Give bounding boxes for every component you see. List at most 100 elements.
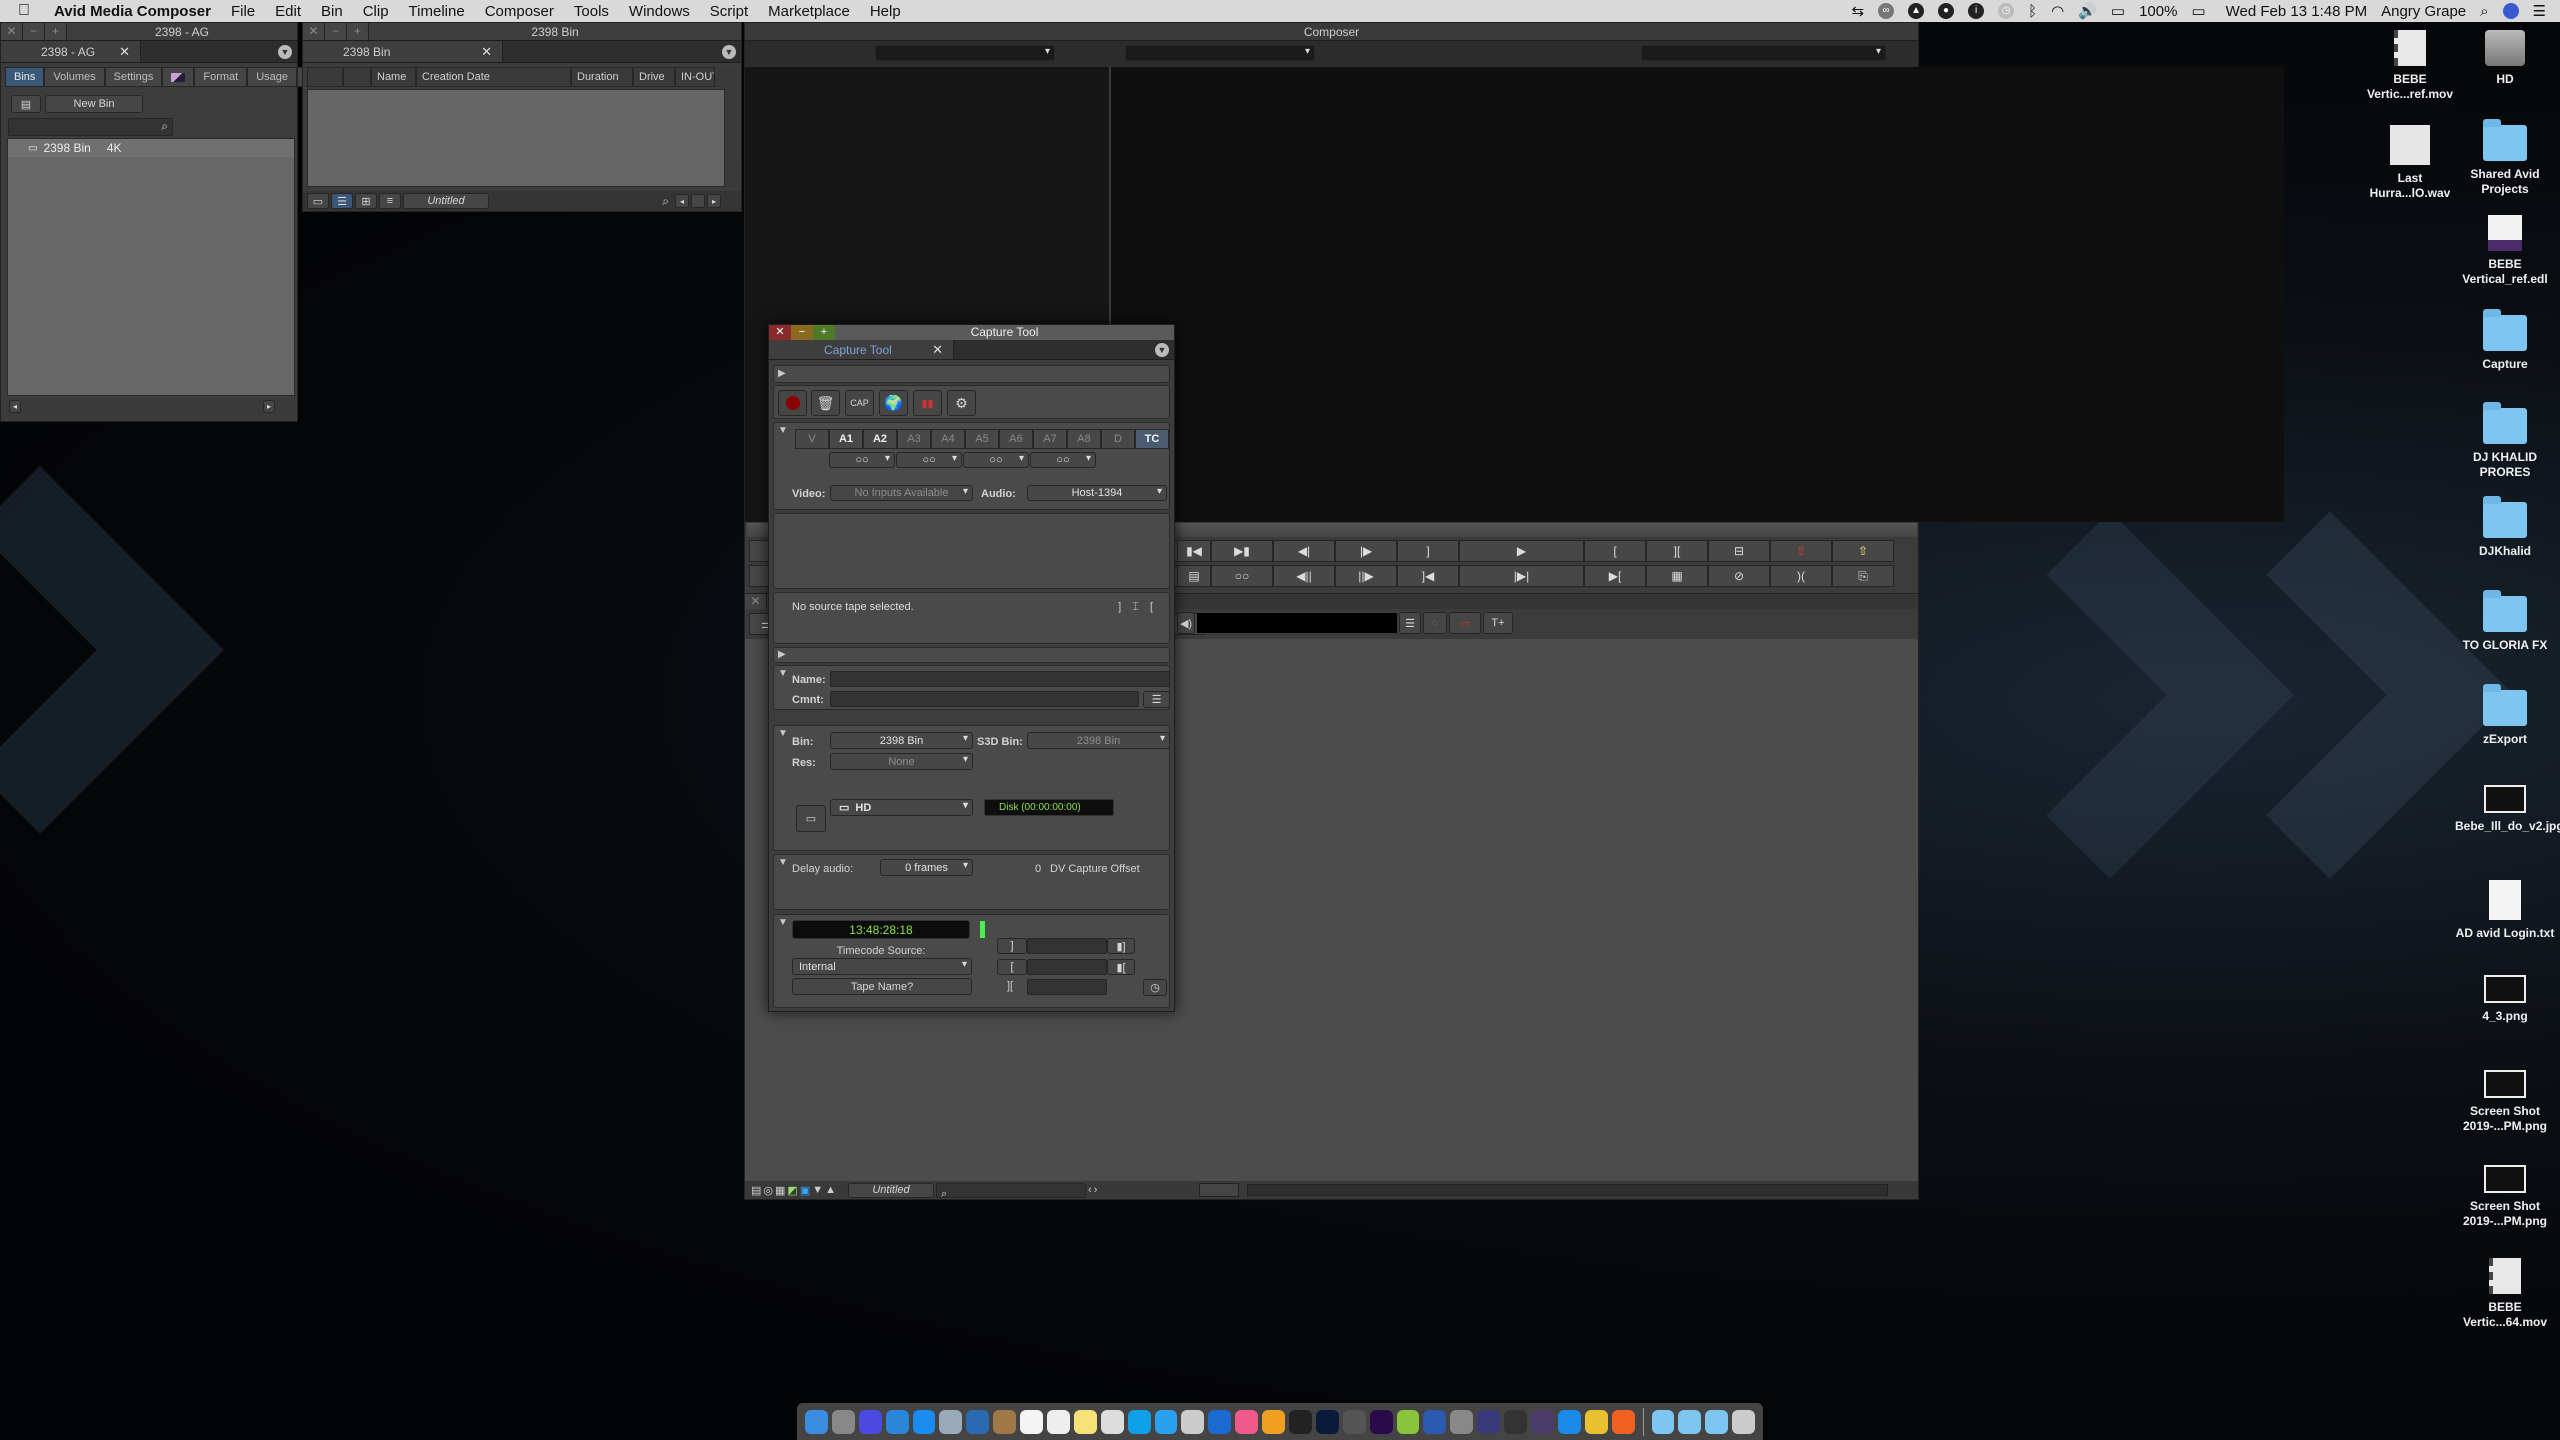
tab-menu-button[interactable]: ▼ bbox=[1150, 340, 1174, 359]
timeline-search-input[interactable]: ⌕ bbox=[936, 1182, 1087, 1200]
column-header-drive[interactable]: Drive bbox=[633, 67, 675, 87]
mark-in-button[interactable]: [ bbox=[997, 959, 1027, 975]
menu-file[interactable]: File bbox=[221, 3, 265, 20]
mark-in-clip-icon[interactable]: ▮◀ bbox=[1177, 540, 1211, 562]
tab-format[interactable]: Format bbox=[194, 67, 248, 87]
desktop-icon[interactable]: Last Hurra...lO.wav bbox=[2360, 125, 2460, 201]
duration-field[interactable] bbox=[1027, 979, 1107, 995]
display-arrange-icon[interactable]: ⇆ bbox=[1852, 2, 1865, 20]
timeline-timecode-display[interactable] bbox=[1197, 613, 1397, 633]
desktop-icon[interactable]: BEBE Vertical_ref.edl bbox=[2455, 215, 2555, 287]
dv-offset-value[interactable]: 0 bbox=[1035, 863, 1041, 875]
new-bin-button[interactable]: New Bin bbox=[45, 95, 143, 113]
menu-edit[interactable]: Edit bbox=[265, 3, 311, 20]
dock-app-preview[interactable] bbox=[939, 1409, 963, 1434]
airplay-icon[interactable]: ▭ bbox=[2111, 2, 2125, 20]
tape-name-button[interactable]: Tape Name? bbox=[792, 978, 972, 995]
record-toggle-icon[interactable]: ○ bbox=[1423, 612, 1447, 634]
tab-usage[interactable]: Usage bbox=[247, 67, 297, 87]
capture-settings-button[interactable]: ⚙ bbox=[947, 390, 976, 416]
bin-target-menu[interactable]: 2398 Bin bbox=[830, 732, 973, 749]
close-tab-icon[interactable]: ✕ bbox=[481, 44, 492, 60]
timeline-horizontal-scrollbar[interactable] bbox=[1247, 1184, 1888, 1196]
minimize-icon[interactable]: − bbox=[23, 23, 45, 40]
clip-info-icon[interactable]: ▤ bbox=[1177, 565, 1211, 587]
menu-clip[interactable]: Clip bbox=[353, 3, 399, 20]
desktop-icon[interactable]: BEBE Vertic...ref.mov bbox=[2360, 30, 2460, 102]
dock-app-finder[interactable] bbox=[805, 1409, 828, 1434]
go-to-in-icon[interactable]: ▶[ bbox=[1584, 565, 1646, 587]
track-button-a3[interactable]: A3 bbox=[897, 429, 931, 449]
scroll-left-icon[interactable]: ◂ bbox=[675, 194, 689, 208]
previous-icon[interactable]: ‹ bbox=[1088, 1184, 1092, 1196]
desktop-icon[interactable]: Capture bbox=[2455, 309, 2555, 372]
menu-script[interactable]: Script bbox=[700, 3, 758, 20]
frame-view-icon[interactable]: ⊞ bbox=[355, 193, 377, 209]
clip-name-input[interactable] bbox=[830, 671, 1170, 687]
creative-cloud-icon[interactable]: ∞ bbox=[1878, 3, 1895, 19]
bin-titlebar[interactable]: ✕ − + 2398 Bin bbox=[303, 23, 741, 41]
step-forward-icon[interactable]: |▶ bbox=[1335, 540, 1397, 562]
audio-pair-menu-2[interactable]: ○○ bbox=[896, 452, 962, 468]
collapse-triangle-icon[interactable]: ▼ bbox=[778, 668, 788, 679]
menu-marketplace[interactable]: Marketplace bbox=[758, 3, 860, 20]
clip-color-icon[interactable]: ◎ bbox=[763, 1184, 773, 1197]
play-icon[interactable]: ▶ bbox=[1459, 540, 1584, 562]
dock-app-avid-media-composer[interactable] bbox=[1477, 1409, 1501, 1434]
scroll-right-icon[interactable]: ▸ bbox=[263, 400, 275, 413]
drive-toggle-button[interactable]: ▭ bbox=[796, 805, 826, 832]
column-header[interactable] bbox=[307, 67, 343, 87]
collapse-triangle-icon[interactable]: ▼ bbox=[778, 857, 788, 868]
fast-forward-icon[interactable]: ||▶ bbox=[1335, 565, 1397, 587]
maximize-icon[interactable]: + bbox=[813, 325, 835, 340]
record-clip-menu[interactable] bbox=[1641, 45, 1886, 61]
track-button-a1[interactable]: A1 bbox=[829, 429, 863, 449]
clear-out-button[interactable]: ▮] bbox=[1107, 938, 1135, 954]
dock-app-dvd-player[interactable] bbox=[1342, 1409, 1366, 1434]
battery-icon[interactable]: ▭ bbox=[2191, 2, 2205, 20]
search-icon[interactable]: ⌕ bbox=[662, 194, 669, 209]
track-panel-icon[interactable]: ▤ bbox=[751, 1184, 761, 1197]
dock-app-final-cut[interactable] bbox=[1289, 1409, 1312, 1434]
expand-triangle-icon[interactable]: ▶ bbox=[778, 649, 786, 660]
copy-icon[interactable]: ⎘ bbox=[1832, 565, 1894, 587]
desktop-icon[interactable]: BEBE Vertic...64.mov bbox=[2455, 1258, 2555, 1330]
dock-app-system-preferences[interactable] bbox=[831, 1409, 855, 1434]
close-tab-icon[interactable]: ✕ bbox=[119, 44, 130, 60]
zoom-slider[interactable] bbox=[1199, 1183, 1240, 1197]
info-status-icon[interactable]: i bbox=[1968, 3, 1985, 19]
column-header-duration[interactable]: Duration bbox=[571, 67, 633, 87]
layout-icon[interactable]: ▦ bbox=[775, 1184, 785, 1197]
mark-out-clip-icon[interactable]: ▶▮ bbox=[1211, 540, 1273, 562]
track-button-a5[interactable]: A5 bbox=[965, 429, 999, 449]
menu-timeline[interactable]: Timeline bbox=[399, 3, 475, 20]
vertical-scrollbar[interactable] bbox=[725, 89, 737, 187]
collapsed-section[interactable]: ▶ bbox=[773, 647, 1170, 663]
column-header-in-out[interactable]: IN-OUT bbox=[675, 67, 715, 87]
record-monitor-icon[interactable]: ▣ bbox=[800, 1184, 810, 1197]
close-tab-icon[interactable]: ✕ bbox=[932, 342, 943, 358]
play-in-out-icon[interactable]: |▶| bbox=[1459, 565, 1584, 587]
dock-app-audacity[interactable] bbox=[1262, 1409, 1286, 1434]
notification-center-icon[interactable]: ☰ bbox=[2533, 2, 2546, 20]
mark-in-icon[interactable]: [ bbox=[1584, 540, 1646, 562]
step-back-icon[interactable]: ◀| bbox=[1273, 540, 1335, 562]
scroll-thumb[interactable] bbox=[691, 194, 705, 208]
mark-out-icon[interactable]: ] bbox=[1397, 540, 1459, 562]
mark-out-button[interactable]: ] bbox=[997, 938, 1027, 954]
spotlight-search-icon[interactable]: ⌕ bbox=[2480, 3, 2488, 20]
dock-app-android-file-transfer[interactable] bbox=[1396, 1409, 1420, 1434]
tab-settings[interactable]: Settings bbox=[104, 67, 163, 87]
dock-app-notes[interactable] bbox=[1073, 1409, 1097, 1434]
ripple-icon[interactable]: ◩ bbox=[787, 1184, 797, 1197]
tape-icon[interactable]: ○○ bbox=[1211, 565, 1273, 587]
wifi-icon[interactable]: ◠ bbox=[2051, 2, 2064, 20]
track-button-a6[interactable]: A6 bbox=[999, 429, 1033, 449]
desktop-icon[interactable]: AD avid Login.txt bbox=[2455, 880, 2555, 941]
track-button-tc[interactable]: TC bbox=[1135, 429, 1169, 449]
deck-section-collapsed[interactable]: ▶ bbox=[773, 365, 1170, 383]
scroll-left-icon[interactable]: ◂ bbox=[9, 400, 21, 413]
bin-search-input[interactable]: ⌕ bbox=[8, 118, 173, 136]
maximize-icon[interactable]: + bbox=[347, 23, 369, 40]
dock-app-1password[interactable] bbox=[966, 1409, 990, 1434]
